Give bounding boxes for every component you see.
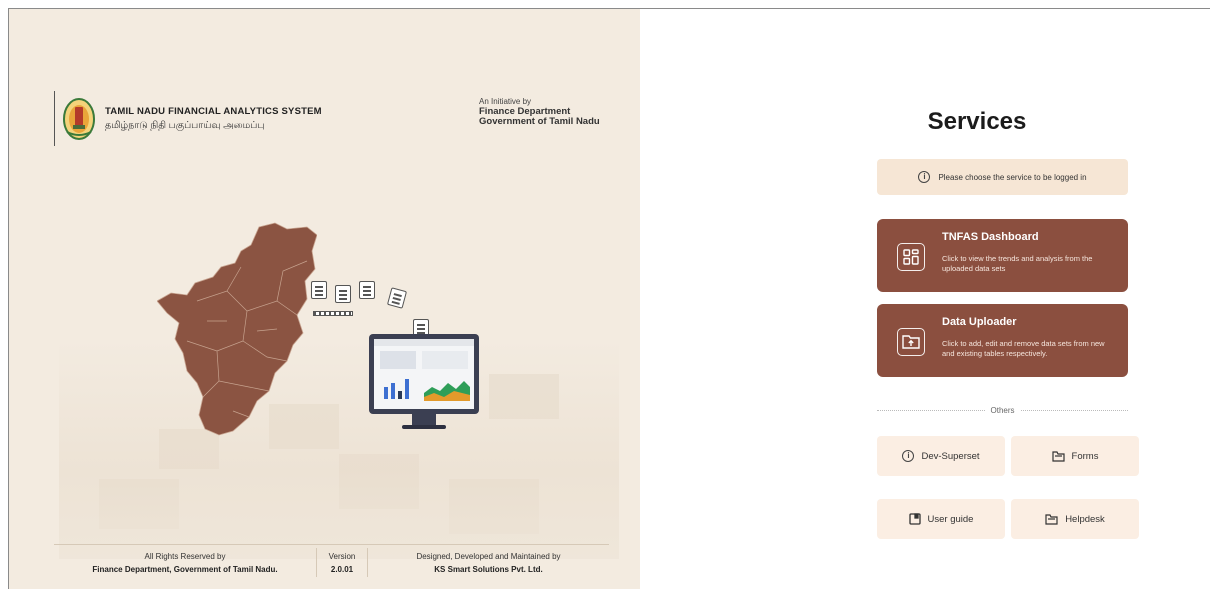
folder-upload-icon (897, 328, 925, 356)
progress-strip (313, 311, 353, 316)
document-icon (335, 285, 351, 303)
forms-label: Forms (1071, 450, 1099, 462)
initiative-block: An Initiative by Finance Department Gove… (479, 97, 600, 127)
others-divider: Others (877, 406, 1129, 415)
initiative-government: Government of Tamil Nadu (479, 116, 600, 127)
version-value: 2.0.01 (330, 564, 354, 574)
card-description: Click to view the trends and analysis fr… (942, 254, 1093, 273)
system-title-tamil: தமிழ்நாடு நிதி பகுப்பாய்வு அமைப்பு (105, 119, 265, 131)
branding-panel: TAMIL NADU FINANCIAL ANALYTICS SYSTEM தம… (9, 9, 640, 589)
services-title: Services (927, 108, 1027, 135)
forms-button[interactable]: Forms (1011, 436, 1139, 476)
dev-superset-button[interactable]: i Dev-Superset (877, 436, 1005, 476)
footer: All Rights Reserved by Finance Departmen… (54, 544, 609, 580)
helpdesk-button[interactable]: Helpdesk (1011, 499, 1139, 539)
services-panel: Services i Please choose the service to … (640, 9, 1210, 589)
others-label: Others (990, 406, 1015, 415)
user-guide-button[interactable]: User guide (877, 499, 1005, 539)
designer-name: KS Smart Solutions Pvt. Ltd. (434, 564, 543, 574)
document-icon (386, 287, 408, 309)
monitor-illustration (369, 334, 479, 414)
document-icon (359, 281, 375, 299)
info-text: Please choose the service to be logged i… (938, 172, 1087, 182)
book-icon (908, 513, 921, 525)
initiative-label: An Initiative by (479, 97, 532, 106)
info-icon: i (918, 171, 931, 183)
document-icon (311, 281, 327, 299)
tn-emblem-logo (63, 97, 95, 140)
folder-icon (1051, 450, 1065, 462)
designer-label: Designed, Developed and Maintained by (416, 551, 561, 561)
info-banner: i Please choose the service to be logged… (877, 159, 1128, 195)
tnfas-dashboard-card[interactable]: TNFAS Dashboard Click to view the trends… (877, 219, 1128, 292)
tamil-nadu-map-illustration (157, 222, 317, 436)
card-title: TNFAS Dashboard (942, 231, 1039, 243)
dashboard-grid-icon (897, 243, 925, 271)
system-title-english: TAMIL NADU FINANCIAL ANALYTICS SYSTEM (105, 105, 322, 117)
info-icon: i (902, 450, 915, 462)
card-title: Data Uploader (942, 316, 1017, 328)
rights-label: All Rights Reserved by (144, 551, 226, 561)
version-label: Version (328, 551, 356, 561)
folder-icon (1045, 513, 1058, 525)
brand-header: TAMIL NADU FINANCIAL ANALYTICS SYSTEM தம… (54, 91, 322, 146)
data-uploader-card[interactable]: Data Uploader Click to add, edit and rem… (877, 304, 1128, 377)
helpdesk-label: Helpdesk (1065, 513, 1105, 525)
card-description: Click to add, edit and remove data sets … (942, 339, 1105, 358)
background-floor (59, 339, 619, 559)
user-guide-label: User guide (927, 513, 974, 525)
monitor-base (402, 425, 446, 429)
rights-owner: Finance Department, Government of Tamil … (92, 564, 278, 574)
dev-superset-label: Dev-Superset (921, 450, 980, 462)
